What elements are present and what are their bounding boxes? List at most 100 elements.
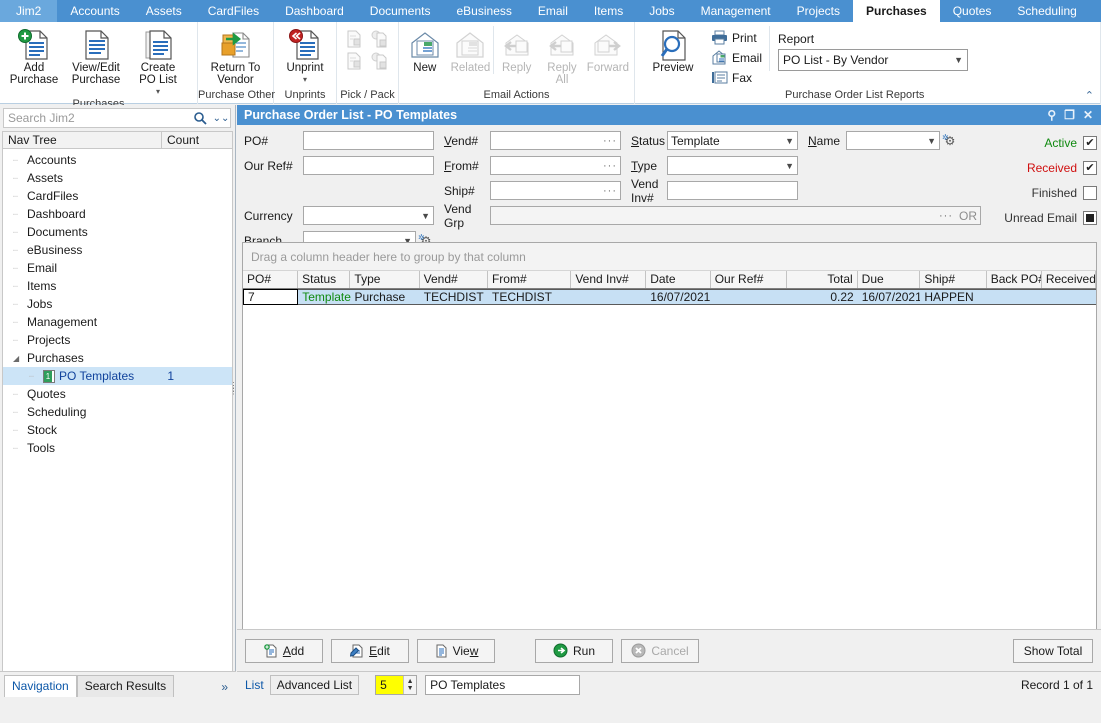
pin-icon[interactable]: ⚲ <box>1047 108 1056 122</box>
sidebar-item-items[interactable]: ┈Items <box>3 277 232 295</box>
chevron-down-icon[interactable]: ▾ <box>303 74 307 86</box>
reply-button[interactable]: Reply <box>493 26 539 74</box>
sidebar-item-po-templates[interactable]: ┈PO Templates1 <box>3 367 232 385</box>
ribbon-tab-documents[interactable]: Documents <box>357 0 444 22</box>
chevron-double-down-icon[interactable]: ⌄⌄ <box>212 113 230 124</box>
grid-column-header-ourref[interactable]: Our Ref# <box>711 271 787 288</box>
search-input[interactable] <box>4 110 194 126</box>
expand-arrow-icon[interactable]: ◢ <box>13 354 27 363</box>
from-number-input[interactable]: ··· <box>490 156 621 175</box>
grid-cell-status[interactable]: Template <box>298 290 350 304</box>
ribbon-tab-items[interactable]: Items <box>581 0 636 22</box>
new-email-button[interactable]: New <box>402 26 448 74</box>
ribbon-tab-quotes[interactable]: Quotes <box>940 0 1005 22</box>
ribbon-tab-jim2[interactable]: Jim2 <box>0 0 57 22</box>
ribbon-tab-email[interactable]: Email <box>525 0 581 22</box>
grid-cell-vend[interactable]: TECHDIST <box>420 290 488 304</box>
grid-column-header-ship[interactable]: Ship# <box>920 271 986 288</box>
chevron-down-icon[interactable]: ▾ <box>156 86 160 98</box>
run-button[interactable]: Run <box>535 639 613 663</box>
close-icon[interactable]: ✕ <box>1083 108 1093 122</box>
table-row[interactable]: 7TemplatePurchaseTECHDISTTECHDIST16/07/2… <box>243 289 1096 305</box>
grid-column-header-total[interactable]: Total <box>787 271 858 288</box>
ribbon-tab-cardfiles[interactable]: CardFiles <box>195 0 272 22</box>
create-po-list-button[interactable]: Create PO List ▾ <box>127 26 189 98</box>
sidebar-item-quotes[interactable]: ┈Quotes <box>3 385 232 403</box>
restore-icon[interactable]: ❐ <box>1064 108 1075 122</box>
grid-cell-ship[interactable]: HAPPEN <box>920 290 986 304</box>
name-settings-gear-icon[interactable]: ⚙ <box>942 133 958 149</box>
grid-column-header-type[interactable]: Type <box>350 271 419 288</box>
sidebar-item-cardfiles[interactable]: ┈CardFiles <box>3 187 232 205</box>
grid-cell-due[interactable]: 16/07/2021 <box>858 290 921 304</box>
list-tab[interactable]: List <box>245 678 264 692</box>
add-button[interactable]: Add <box>245 639 323 663</box>
fax-button[interactable]: Fax <box>708 69 765 86</box>
ribbon-tab-jobs[interactable]: Jobs <box>636 0 687 22</box>
list-name-input[interactable]: PO Templates <box>425 675 580 695</box>
ship-number-input[interactable]: ··· <box>490 181 621 200</box>
ribbon-tab-purchases[interactable]: Purchases <box>853 0 940 22</box>
grid-column-header-vendinv[interactable]: Vend Inv# <box>571 271 646 288</box>
nav-tab-navigation[interactable]: Navigation <box>4 675 77 697</box>
vend-inv-input[interactable] <box>667 181 798 200</box>
ellipsis-icon[interactable]: ··· <box>603 185 617 197</box>
vend-grp-input[interactable]: ··· OR <box>490 206 981 225</box>
checkbox-unread-email[interactable] <box>1083 211 1097 225</box>
sidebar-item-tools[interactable]: ┈Tools <box>3 439 232 457</box>
currency-select[interactable]: ▼ <box>303 206 434 225</box>
nav-tab-search-results[interactable]: Search Results <box>77 675 174 697</box>
sidebar-item-assets[interactable]: ┈Assets <box>3 169 232 187</box>
ribbon-tab-stock[interactable]: Stock <box>1090 0 1101 22</box>
related-email-button[interactable]: Related <box>448 26 494 74</box>
sidebar-item-email[interactable]: ┈Email <box>3 259 232 277</box>
sidebar-item-projects[interactable]: ┈Projects <box>3 331 232 349</box>
ribbon-tab-scheduling[interactable]: Scheduling <box>1004 0 1089 22</box>
type-select[interactable]: ▼ <box>667 156 798 175</box>
grid-column-header-backpo[interactable]: Back PO# <box>987 271 1042 288</box>
grid-cell-type[interactable]: Purchase <box>351 290 420 304</box>
page-size-stepper[interactable]: 5 ▲▼ <box>375 675 417 695</box>
sidebar-item-accounts[interactable]: ┈Accounts <box>3 151 232 169</box>
ribbon-tab-management[interactable]: Management <box>688 0 784 22</box>
report-select[interactable]: PO List - By Vendor ▼ <box>778 49 968 71</box>
return-to-vendor-button[interactable]: Return To Vendor <box>201 26 270 86</box>
unprint-button[interactable]: Unprint ▾ <box>277 26 333 86</box>
advanced-list-tab[interactable]: Advanced List <box>270 675 359 695</box>
add-purchase-button[interactable]: Add Purchase <box>3 26 65 86</box>
ellipsis-icon[interactable]: ··· <box>939 210 953 222</box>
checkbox-received[interactable]: ✔ <box>1083 161 1097 175</box>
sidebar-item-purchases[interactable]: ◢Purchases <box>3 349 232 367</box>
ribbon-tab-assets[interactable]: Assets <box>133 0 195 22</box>
status-select[interactable]: Template▼ <box>667 131 798 150</box>
email-report-button[interactable]: Email <box>708 49 765 66</box>
po-number-input[interactable] <box>303 131 434 150</box>
sidebar-item-jobs[interactable]: ┈Jobs <box>3 295 232 313</box>
sidebar-item-scheduling[interactable]: ┈Scheduling <box>3 403 232 421</box>
pack-list-2-icon[interactable] <box>371 52 391 70</box>
show-total-button[interactable]: Show Total <box>1013 639 1093 663</box>
grid-column-header-from[interactable]: From# <box>488 271 571 288</box>
vend-number-input[interactable]: ··· <box>490 131 621 150</box>
pick-list-2-icon[interactable] <box>345 52 365 70</box>
collapse-ribbon-icon[interactable]: ⌃ <box>1085 89 1094 102</box>
ribbon-tab-dashboard[interactable]: Dashboard <box>272 0 357 22</box>
edit-button[interactable]: Edit <box>331 639 409 663</box>
group-by-panel[interactable]: Drag a column header here to group by th… <box>243 243 1096 271</box>
ribbon-tab-projects[interactable]: Projects <box>784 0 853 22</box>
ellipsis-icon[interactable]: ··· <box>603 135 617 147</box>
grid-column-header-date[interactable]: Date <box>646 271 711 288</box>
sidebar-item-ebusiness[interactable]: ┈eBusiness <box>3 241 232 259</box>
ribbon-tab-ebusiness[interactable]: eBusiness <box>444 0 525 22</box>
forward-button[interactable]: Forward <box>585 26 631 74</box>
chevron-double-right-icon[interactable]: » <box>213 677 236 697</box>
grid-column-header-vend[interactable]: Vend# <box>420 271 488 288</box>
sidebar-item-management[interactable]: ┈Management <box>3 313 232 331</box>
search-icon[interactable] <box>194 112 212 125</box>
checkbox-active[interactable]: ✔ <box>1083 136 1097 150</box>
grid-cell-po[interactable]: 7 <box>243 289 298 305</box>
view-button[interactable]: View <box>417 639 495 663</box>
ellipsis-icon[interactable]: ··· <box>603 160 617 172</box>
cancel-button[interactable]: Cancel <box>621 639 699 663</box>
view-edit-purchase-button[interactable]: View/Edit Purchase <box>65 26 127 86</box>
